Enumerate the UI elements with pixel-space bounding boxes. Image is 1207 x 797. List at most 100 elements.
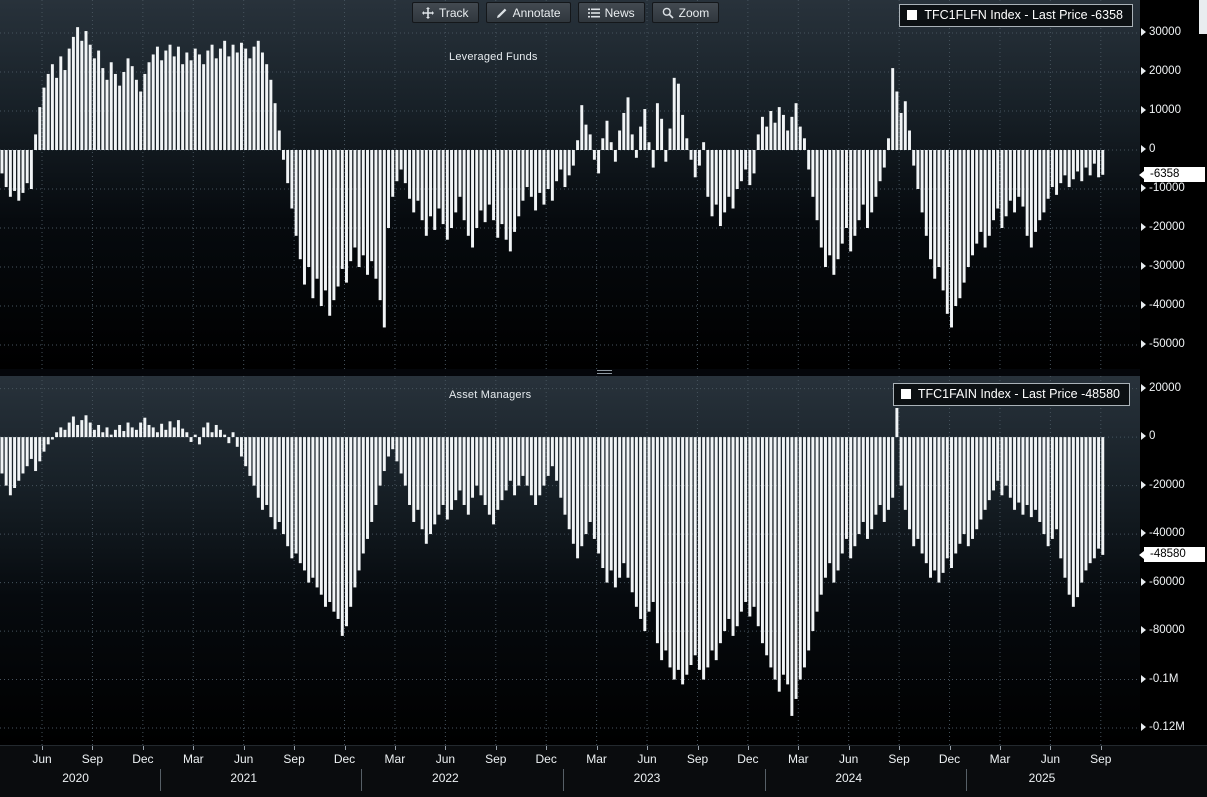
- bar: [127, 58, 130, 150]
- bar: [942, 437, 945, 573]
- bar: [1013, 150, 1016, 212]
- tick-arrow-icon: [1141, 432, 1146, 440]
- leveraged-funds-chart[interactable]: [0, 0, 1140, 369]
- bar: [996, 150, 999, 209]
- bar: [954, 150, 957, 306]
- track-button[interactable]: Track: [412, 2, 479, 23]
- panel-divider[interactable]: [0, 369, 1140, 376]
- bar: [509, 437, 512, 481]
- bar: [807, 437, 810, 650]
- bar: [236, 53, 239, 151]
- bar: [412, 150, 415, 212]
- bar: [55, 78, 58, 150]
- bar: [1055, 150, 1058, 195]
- bar: [576, 140, 579, 150]
- bar: [845, 437, 848, 539]
- bar: [148, 425, 151, 437]
- bar: [160, 60, 163, 150]
- bar: [824, 437, 827, 578]
- last-price-tag-asset-managers: -48580: [1144, 547, 1205, 562]
- bar: [421, 437, 424, 529]
- bar: [786, 131, 789, 151]
- bar: [198, 437, 201, 444]
- x-axis-month-label: Jun: [1033, 752, 1067, 766]
- tick-arrow-icon: [1141, 626, 1146, 634]
- x-axis-tickmark: [647, 746, 648, 750]
- bar: [442, 437, 445, 505]
- bar: [290, 150, 293, 209]
- x-axis-tickmark: [546, 746, 547, 750]
- bar: [97, 51, 100, 150]
- y-axis-value: -40000: [1149, 299, 1185, 311]
- bar: [1038, 437, 1041, 522]
- bar: [206, 423, 209, 438]
- scrollbar-thumb[interactable]: [1199, 0, 1207, 34]
- tick-arrow-icon: [1141, 145, 1146, 153]
- bar: [257, 437, 260, 498]
- bar: [795, 437, 798, 699]
- bar: [198, 54, 201, 150]
- bar: [185, 53, 188, 151]
- bar: [299, 150, 302, 259]
- bar: [656, 437, 659, 643]
- bar: [13, 150, 16, 191]
- bar: [51, 64, 54, 150]
- bar: [68, 49, 71, 150]
- bar: [500, 437, 503, 500]
- news-button[interactable]: News: [578, 2, 645, 23]
- bar: [837, 437, 840, 570]
- bar: [89, 423, 92, 438]
- y-axis-value: -60000: [1149, 576, 1185, 588]
- bar: [85, 415, 88, 437]
- bar: [274, 103, 277, 150]
- asset-managers-chart[interactable]: [0, 376, 1140, 745]
- bar: [912, 150, 915, 166]
- divider-handle-icon[interactable]: [597, 370, 612, 374]
- bar: [366, 437, 369, 539]
- bar: [114, 74, 117, 150]
- bar: [816, 437, 819, 612]
- bar: [433, 437, 436, 524]
- bar: [374, 437, 377, 505]
- bar: [895, 92, 898, 151]
- y-axis-label: -30000: [1141, 260, 1185, 272]
- bar: [891, 68, 894, 150]
- bar: [543, 150, 546, 205]
- bar: [568, 437, 571, 529]
- zoom-button[interactable]: Zoom: [652, 2, 720, 23]
- bar: [47, 437, 50, 444]
- bar: [580, 437, 583, 546]
- bar: [652, 437, 655, 602]
- bar: [114, 430, 117, 437]
- bar: [1026, 150, 1029, 236]
- bar: [1080, 437, 1083, 582]
- bar: [837, 150, 840, 259]
- bar: [505, 437, 508, 490]
- bar: [904, 437, 907, 510]
- legend-tfc1flfn[interactable]: TFC1FLFN Index - Last Price -6358: [899, 4, 1133, 27]
- bar: [807, 150, 810, 170]
- bar: [1, 437, 4, 473]
- bar: [564, 150, 567, 187]
- bar: [479, 437, 482, 495]
- bar: [677, 437, 680, 670]
- bar: [383, 437, 386, 471]
- bar: [122, 72, 125, 150]
- bar: [93, 58, 96, 150]
- bar: [320, 150, 323, 306]
- bar: [866, 437, 869, 539]
- bar: [736, 437, 739, 626]
- bar: [832, 150, 835, 275]
- legend-tfc1fain[interactable]: TFC1FAIN Index - Last Price -48580: [893, 383, 1130, 406]
- bar: [316, 437, 319, 587]
- bar: [106, 427, 109, 437]
- bar: [190, 60, 193, 150]
- bar: [425, 150, 428, 236]
- bar: [89, 45, 92, 150]
- bar: [992, 437, 995, 490]
- x-axis-month-label: Mar: [378, 752, 412, 766]
- bar: [698, 150, 701, 166]
- x-axis-month-label: Sep: [681, 752, 715, 766]
- annotate-button[interactable]: Annotate: [486, 2, 571, 23]
- bar: [513, 437, 516, 495]
